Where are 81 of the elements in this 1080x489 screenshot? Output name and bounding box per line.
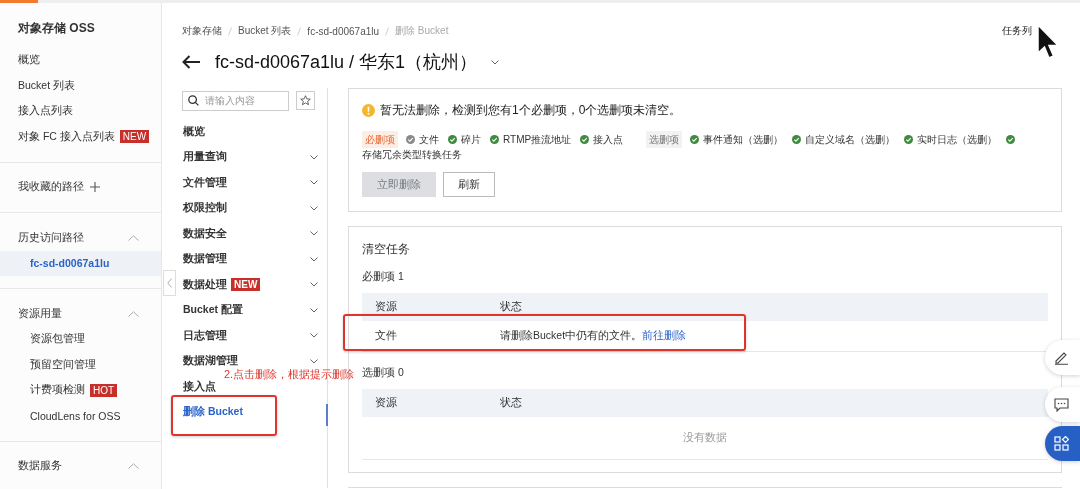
- nav-item[interactable]: 用量查询: [183, 150, 227, 165]
- chevron-up-icon[interactable]: [128, 463, 139, 470]
- section-title: 资源用量: [18, 306, 62, 321]
- table-cell: 请删除Bucket中仍有的文件。前往删除: [500, 329, 687, 343]
- nav-item[interactable]: 数据处理: [183, 277, 227, 292]
- chevron-up-icon[interactable]: [128, 234, 139, 241]
- badge: HOT: [90, 383, 118, 397]
- favorite-button[interactable]: [296, 90, 315, 110]
- chat-icon: [1054, 397, 1069, 412]
- check-item: 自定义域名（选删）: [805, 134, 896, 145]
- table-title: 必删项 1: [362, 270, 404, 282]
- search-icon: [188, 94, 199, 106]
- check-item: 事件通知（选删）: [703, 134, 784, 145]
- edit-button[interactable]: [1045, 340, 1080, 375]
- column-header: 资源: [374, 300, 398, 314]
- sidebar-title: 对象存储 OSS: [17, 20, 96, 37]
- sidebar-item[interactable]: 对象 FC 接入点列表 NEW: [0, 124, 161, 150]
- badge: NEW: [231, 278, 261, 292]
- task-list-link[interactable]: 任务列: [1002, 24, 1032, 38]
- breadcrumb-item[interactable]: Bucket 列表: [238, 24, 292, 38]
- nav-item[interactable]: 权限控制: [183, 201, 227, 216]
- section-title: 我收藏的路径: [18, 180, 84, 195]
- table-title: 选删项 0: [362, 366, 404, 378]
- annotation-text: 2.点击删除，根据提示删除: [224, 367, 355, 382]
- chevron-left-icon: [167, 278, 172, 288]
- sidebar-item[interactable]: 预留空间管理: [0, 352, 161, 378]
- check-item: 存储冗余类型转换任务: [362, 149, 462, 160]
- warning-icon: [362, 103, 375, 117]
- category-tag: 必删项: [362, 131, 398, 148]
- feedback-button[interactable]: [1045, 387, 1080, 422]
- check-item: 文件: [419, 134, 439, 145]
- star-icon: [300, 94, 311, 106]
- nav-item[interactable]: Bucket 配置: [183, 303, 243, 318]
- empty-message: 没有数据: [683, 431, 727, 445]
- check-item: 碎片: [461, 134, 481, 145]
- breadcrumb-item[interactable]: fc-sd-d0067a1lu: [307, 25, 380, 37]
- sidebar-item[interactable]: CloudLens for OSS: [0, 403, 161, 429]
- nav-item[interactable]: 文件管理: [183, 175, 227, 190]
- category-tag: 选删项: [646, 131, 683, 148]
- warning-message: 暂无法删除，检测到您有1个必删项，0个选删项未清空。: [380, 101, 682, 119]
- sidebar-item[interactable]: fc-sd-d0067a1lu: [0, 250, 161, 276]
- card-title: 清空任务: [362, 241, 411, 257]
- apps-icon: [1054, 436, 1069, 451]
- breadcrumb-separator-icon: [385, 26, 390, 36]
- chevron-up-icon[interactable]: [128, 310, 139, 317]
- nav-item[interactable]: 删除 Bucket: [183, 405, 243, 420]
- breadcrumb-item: 删除 Bucket: [395, 24, 449, 38]
- nav-item[interactable]: 数据安全: [183, 226, 227, 241]
- nav-item[interactable]: 日志管理: [183, 328, 227, 343]
- sidebar-item[interactable]: 接入点列表: [0, 98, 161, 124]
- column-header: 状态: [500, 396, 522, 410]
- column-header: 资源: [374, 396, 398, 410]
- breadcrumb-separator-icon: [297, 26, 302, 36]
- breadcrumb-separator-icon: [228, 26, 232, 36]
- column-header: 状态: [500, 300, 522, 314]
- section-title: 数据服务: [18, 459, 62, 474]
- active-indicator: [326, 404, 328, 426]
- check-item: 接入点: [593, 134, 624, 145]
- sidebar-item[interactable]: 资源包管理: [0, 326, 161, 352]
- search-field[interactable]: 请输入内容: [182, 90, 289, 111]
- plus-icon[interactable]: [90, 182, 100, 193]
- check-item: 实时日志（选删）: [917, 134, 998, 145]
- go-delete-link[interactable]: 前往删除: [642, 329, 687, 341]
- back-arrow-icon[interactable]: [182, 55, 201, 69]
- apps-button[interactable]: [1045, 426, 1080, 461]
- page-title: fc-sd-d0067a1lu / 华东1（杭州）: [215, 51, 478, 74]
- action-button[interactable]: 刷新: [443, 172, 495, 197]
- sidebar-item[interactable]: 概览: [0, 47, 161, 73]
- nav-item[interactable]: 接入点: [183, 379, 216, 394]
- nav-item[interactable]: 数据管理: [183, 252, 227, 267]
- sidebar-item[interactable]: Bucket 列表: [0, 73, 161, 99]
- nav-item[interactable]: 概览: [183, 124, 205, 139]
- table-cell-text: 文件: [374, 329, 398, 343]
- section-title: 历史访问路径: [18, 230, 84, 245]
- sidebar-item[interactable]: 计费项检测 HOT: [0, 377, 161, 403]
- nav-item[interactable]: 数据湖管理: [183, 354, 238, 369]
- pencil-icon: [1054, 350, 1069, 365]
- badge: NEW: [119, 130, 150, 144]
- breadcrumb-item[interactable]: 对象存储: [182, 24, 222, 38]
- chevron-down-icon: [491, 59, 500, 65]
- check-item: RTMP推流地址: [503, 134, 572, 145]
